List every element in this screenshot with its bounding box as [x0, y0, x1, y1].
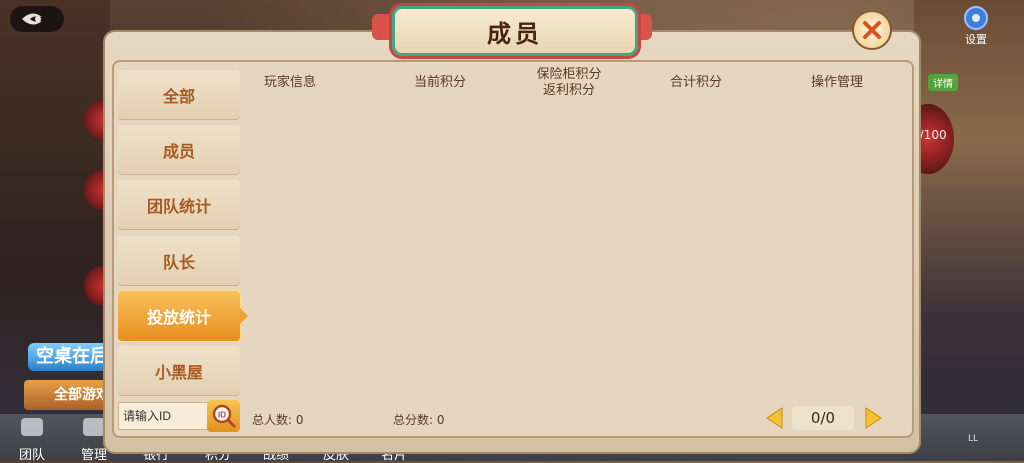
team-icon [21, 418, 43, 436]
prev-page-button[interactable] [764, 406, 784, 430]
total-score: 总分数: 0 [393, 413, 445, 427]
back-icon [22, 13, 42, 25]
chevron-left-icon [766, 407, 783, 429]
search-button[interactable]: ID [207, 400, 240, 432]
manage-icon [83, 418, 105, 436]
page-indicator: 0/0 [792, 406, 854, 430]
nav-item-0[interactable]: 团队 [8, 416, 56, 463]
gear-icon [964, 6, 988, 30]
tab-5[interactable]: 小黑屋 [118, 346, 240, 396]
search-input[interactable] [118, 402, 210, 430]
column-header: 保险柜积分 返利积分 [536, 67, 602, 98]
settings-button[interactable]: 设置 [956, 4, 996, 46]
back-button[interactable] [10, 6, 64, 32]
modal-title: 成员 [487, 18, 543, 48]
tab-0[interactable]: 全部 [118, 70, 240, 120]
column-header: 当前积分 [413, 75, 466, 90]
id-search-icon: ID [212, 404, 235, 428]
next-page-button[interactable] [864, 406, 884, 430]
column-header: 玩家信息 [263, 75, 316, 90]
settings-label: 设置 [965, 33, 987, 46]
watermark-logo: LL [968, 434, 979, 444]
tab-4[interactable]: 投放统计 [118, 291, 248, 341]
close-icon [863, 21, 881, 39]
column-header: 合计积分 [669, 75, 722, 90]
tab-1[interactable]: 成员 [118, 125, 240, 175]
background-right [914, 0, 1024, 461]
tab-3[interactable]: 队长 [118, 236, 240, 286]
nav-label: 团队 [18, 448, 45, 463]
modal-title-banner: 成员 [392, 6, 638, 56]
tab-2[interactable]: 团队统计 [118, 180, 240, 230]
close-button[interactable] [852, 10, 892, 50]
column-header: 操作管理 [810, 75, 863, 90]
chevron-right-icon [865, 407, 882, 429]
total-members: 总人数: 0 [252, 413, 304, 427]
detail-tag[interactable]: 详情 [928, 74, 958, 91]
svg-text:ID: ID [218, 411, 226, 420]
